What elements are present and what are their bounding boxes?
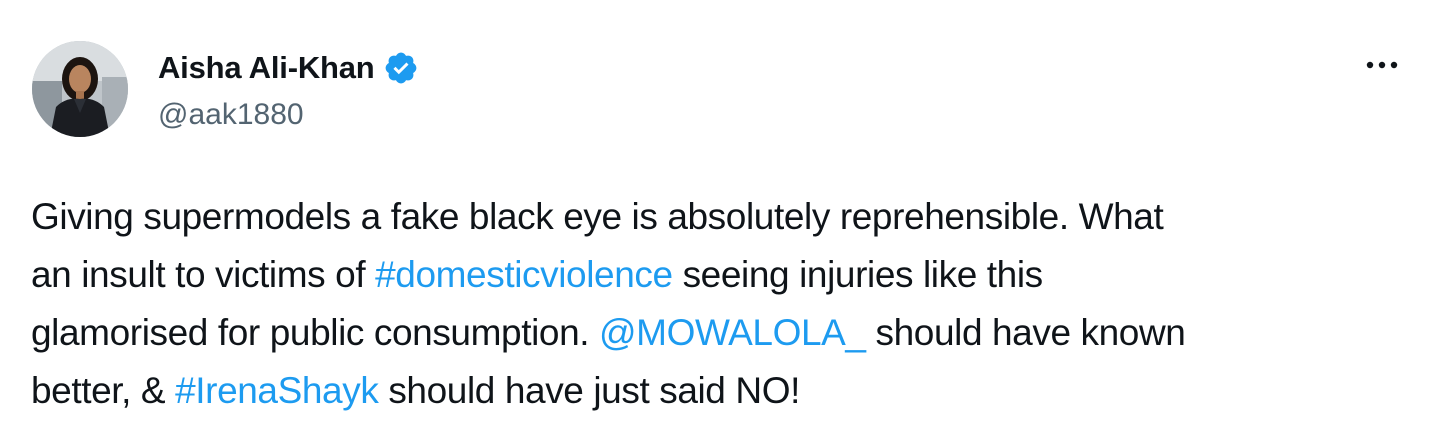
tweet-text-segment: should have known — [865, 312, 1186, 353]
tweet-line: an insult to victims of #domesticviolenc… — [31, 246, 1411, 304]
more-options-button[interactable] — [1360, 50, 1404, 80]
tweet-text-segment: should have just said NO! — [378, 370, 800, 411]
hashtag-domesticviolence-link[interactable]: #domesticviolence — [375, 254, 673, 295]
tweet-text: Giving supermodels a fake black eye is a… — [31, 188, 1411, 420]
hashtag-irenashayk-link[interactable]: #IrenaShayk — [175, 370, 379, 411]
tweet-line: glamorised for public consumption. @MOWA… — [31, 304, 1411, 362]
author-display-name[interactable]: Aisha Ali-Khan — [158, 50, 375, 86]
tweet-card: Aisha Ali-Khan @aak1880 Giving supermode… — [0, 0, 1440, 441]
more-horizontal-icon — [1366, 61, 1398, 69]
tweet-line: Giving supermodels a fake black eye is a… — [31, 188, 1411, 246]
profile-photo-icon — [32, 41, 128, 137]
mention-mowalola-link[interactable]: @MOWALOLA_ — [599, 312, 866, 353]
tweet-text-segment: seeing injuries like this — [672, 254, 1044, 295]
verified-badge-icon — [383, 50, 419, 86]
author-name-row: Aisha Ali-Khan — [158, 47, 419, 89]
tweet-text-segment: an insult to victims of — [31, 254, 376, 295]
avatar[interactable] — [32, 41, 128, 137]
tweet-text-segment: Giving supermodels a fake black eye is a… — [31, 196, 1164, 237]
author-handle[interactable]: @aak1880 — [158, 98, 304, 132]
tweet-line: better, & #IrenaShayk should have just s… — [31, 362, 1411, 420]
tweet-text-segment: better, & — [31, 370, 176, 411]
tweet-text-segment: glamorised for public consumption. — [31, 312, 600, 353]
